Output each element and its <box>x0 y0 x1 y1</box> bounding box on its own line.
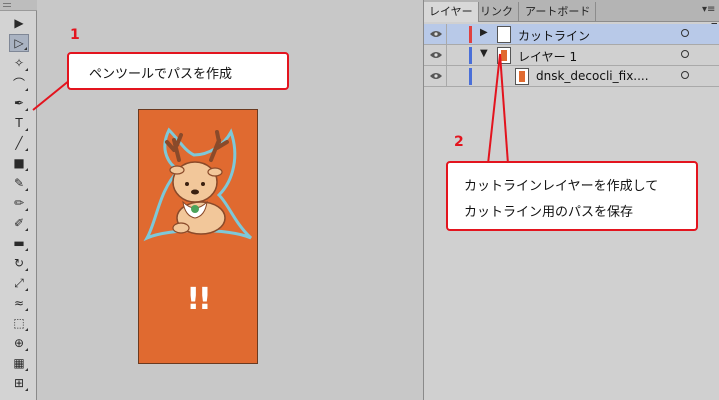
callout-1-text: ペンツールでパスを作成 <box>89 67 233 82</box>
tool-flyout-indicator-icon <box>25 268 28 271</box>
callout-2: カットラインレイヤーを作成して カットライン用のパスを保存 <box>446 161 698 231</box>
callout-2-line1: カットラインレイヤーを作成して <box>464 179 659 194</box>
type-tool-icon[interactable]: T <box>9 114 29 132</box>
row-separator <box>446 66 447 87</box>
layer-thumbnail <box>497 26 511 43</box>
layers-panel-tabbar: レイヤー リンク アートボード ▾≡ <box>424 0 719 22</box>
pointer-line-1 <box>32 79 71 111</box>
target-circle-icon[interactable] <box>681 50 689 58</box>
target-circle-icon[interactable] <box>681 71 689 79</box>
layer-color-bar <box>469 47 472 64</box>
visibility-eye-icon[interactable] <box>430 72 442 80</box>
layer-thumbnail <box>515 68 529 85</box>
layer-name[interactable]: レイヤー 1 <box>518 48 577 65</box>
tab-artboards[interactable]: アートボード <box>520 2 597 21</box>
tool-flyout-indicator-icon <box>25 208 28 211</box>
target-circle-icon[interactable] <box>681 29 689 37</box>
tool-flyout-indicator-icon <box>25 168 28 171</box>
tools-panel-grip[interactable] <box>0 0 37 11</box>
row-separator <box>446 24 447 45</box>
tool-flyout-indicator-icon <box>25 308 28 311</box>
shape-builder-tool-icon[interactable]: ⊕ <box>9 334 29 352</box>
tool-flyout-indicator-icon <box>25 388 28 391</box>
callout-1: ペンツールでパスを作成 <box>67 52 289 90</box>
tool-flyout-indicator-icon <box>25 348 28 351</box>
blob-brush-tool-icon[interactable]: ✐ <box>9 214 29 232</box>
tool-flyout-indicator-icon <box>25 128 28 131</box>
tool-flyout-indicator-icon <box>25 328 28 331</box>
tools-panel: ▶ ▷ ✧ ⌒ ✒ T ╱ ■ ✎ ✏ ✐ ▬ ↻ ⤢ ≈ ⬚ ⊕ ▦ ⊞ <box>0 0 37 400</box>
lasso-tool-icon[interactable]: ⌒ <box>9 74 29 92</box>
rotate-tool-icon[interactable]: ↻ <box>9 254 29 272</box>
direct-selection-tool-icon[interactable]: ▷ <box>9 34 29 52</box>
tool-flyout-indicator-icon <box>25 188 28 191</box>
pen-tool-icon[interactable]: ✒ <box>9 94 29 112</box>
collapse-triangle-icon[interactable]: ▼ <box>480 48 488 59</box>
tool-flyout-indicator-icon <box>25 288 28 291</box>
layer-name[interactable]: カットライン <box>518 27 590 44</box>
tool-flyout-indicator-icon <box>25 148 28 151</box>
layer-color-bar <box>469 26 472 43</box>
tool-flyout-indicator-icon <box>25 88 28 91</box>
panel-menu-icon[interactable]: ▾≡ <box>702 4 715 15</box>
layer-row-sublayer[interactable]: dnsk_decocli_fix.... <box>424 66 719 87</box>
visibility-eye-icon[interactable] <box>430 30 442 38</box>
tool-flyout-indicator-icon <box>25 108 28 111</box>
exclamation-text: !! <box>186 282 211 317</box>
layer-row-cutline[interactable]: ▶ カットライン <box>424 24 719 45</box>
layer-color-bar <box>469 68 472 85</box>
selection-tool-icon[interactable]: ▶ <box>9 14 29 32</box>
callout-2-line2: カットライン用のパスを保存 <box>464 205 634 220</box>
paintbrush-tool-icon[interactable]: ✎ <box>9 174 29 192</box>
free-transform-tool-icon[interactable]: ⬚ <box>9 314 29 332</box>
tool-flyout-indicator-icon <box>25 228 28 231</box>
scale-tool-icon[interactable]: ⤢ <box>9 274 29 292</box>
perspective-grid-tool-icon[interactable]: ▦ <box>9 354 29 372</box>
step-number-1: 1 <box>70 27 80 43</box>
layer-thumbnail <box>497 47 511 64</box>
eraser-tool-icon[interactable]: ▬ <box>9 234 29 252</box>
tool-flyout-indicator-icon <box>25 368 28 371</box>
layer-name[interactable]: dnsk_decocli_fix.... <box>536 69 649 83</box>
warp-tool-icon[interactable]: ≈ <box>9 294 29 312</box>
tool-flyout-indicator-icon <box>25 248 28 251</box>
tool-flyout-indicator-icon <box>24 47 27 50</box>
artwork-card[interactable]: !! <box>138 109 258 364</box>
step-number-2: 2 <box>454 134 464 150</box>
layer-row-layer1[interactable]: ▼ レイヤー 1 <box>424 45 719 66</box>
tool-flyout-indicator-icon <box>25 68 28 71</box>
tab-links[interactable]: リンク <box>475 2 519 21</box>
line-tool-icon[interactable]: ╱ <box>9 134 29 152</box>
pencil-tool-icon[interactable]: ✏ <box>9 194 29 212</box>
tab-layers[interactable]: レイヤー <box>424 2 479 22</box>
rectangle-tool-icon[interactable]: ■ <box>9 154 29 172</box>
row-separator <box>446 45 447 66</box>
visibility-eye-icon[interactable] <box>430 51 442 59</box>
expand-triangle-icon[interactable]: ▶ <box>480 27 488 38</box>
mesh-tool-icon[interactable]: ⊞ <box>9 374 29 392</box>
deer-illustration <box>143 127 253 242</box>
magic-wand-tool-icon[interactable]: ✧ <box>9 54 29 72</box>
